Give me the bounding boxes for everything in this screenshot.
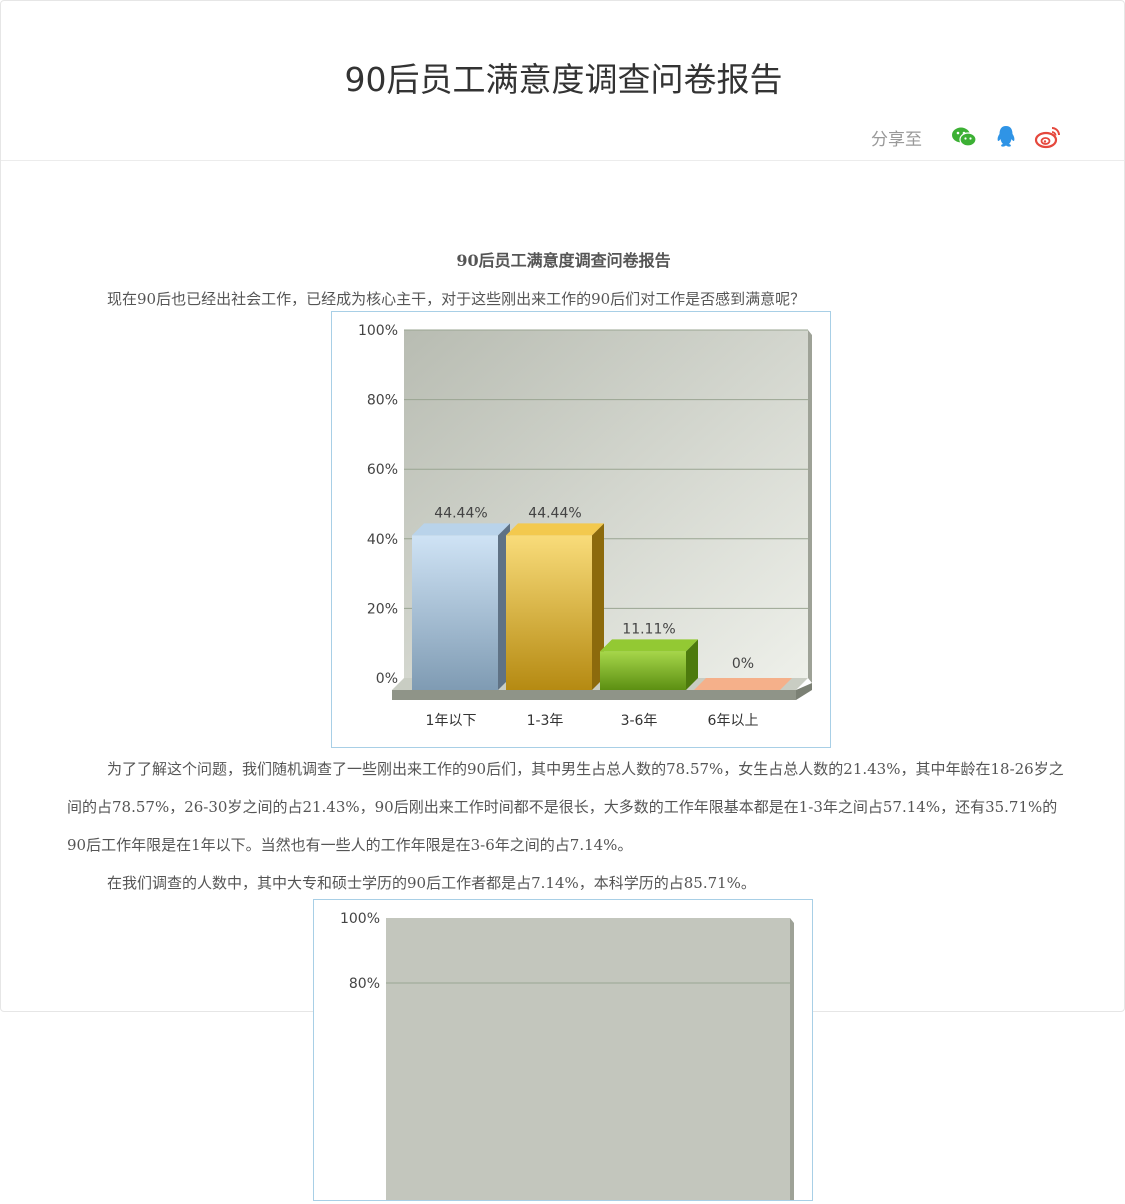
share-label: 分享至	[871, 129, 922, 150]
bar	[600, 651, 686, 690]
y-tick-label: 80%	[367, 393, 398, 409]
tenure-bar-chart: 0% 20% 40% 60% 80% 100% 44.44% 1年以下 44.44% 1-3年 1…	[331, 311, 831, 748]
x-tick-label: 1-3年	[527, 713, 564, 729]
share-bar: 分享至	[871, 123, 1062, 151]
paragraph-education: 在我们调查的人数中，其中大专和硕士学历的90后工作者都是占7.14%，本科学历的…	[107, 874, 756, 892]
data-label: 0%	[732, 656, 754, 672]
bar-top	[506, 523, 604, 536]
bar	[506, 535, 592, 690]
y-tick-label: 80%	[349, 976, 380, 992]
data-label: 44.44%	[528, 505, 581, 521]
bar	[412, 535, 498, 690]
y-tick-label: 100%	[358, 323, 398, 339]
x-tick-label: 1年以下	[426, 713, 477, 729]
paragraph-survey-details: 为了了解这个问题，我们随机调查了一些刚出来工作的90后们，其中男生占总人数的78…	[67, 760, 1064, 854]
wechat-icon[interactable]	[950, 123, 978, 151]
plot-side-wall	[808, 330, 812, 683]
qq-icon[interactable]	[992, 123, 1020, 151]
y-tick-label: 20%	[367, 601, 398, 617]
y-tick-label: 60%	[367, 462, 398, 478]
page-header: 90后员工满意度调查问卷报告 分享至	[1, 1, 1124, 161]
plot-floor-edge	[392, 690, 796, 700]
bar	[694, 678, 792, 690]
x-tick-label: 6年以上	[708, 713, 759, 729]
education-bar-chart: 80% 100%	[313, 899, 813, 1201]
bar-top	[412, 523, 510, 536]
y-tick-label: 0%	[376, 671, 398, 687]
data-label: 11.11%	[622, 621, 675, 637]
y-tick-label: 100%	[340, 911, 380, 927]
y-tick-label: 40%	[367, 532, 398, 548]
plot-side-wall	[790, 918, 794, 1200]
page-title: 90后员工满意度调查问卷报告	[344, 60, 783, 99]
data-label: 44.44%	[434, 505, 487, 521]
article-title: 90后员工满意度调查问卷报告	[456, 251, 671, 270]
weibo-icon[interactable]	[1034, 123, 1062, 151]
report-card: 90后员工满意度调查问卷报告 分享至 90后员工满意度调查问卷报告 现在90后也…	[0, 0, 1125, 1201]
x-tick-label: 3-6年	[621, 713, 658, 729]
bar-top	[600, 639, 698, 652]
plot-background	[386, 918, 790, 1200]
